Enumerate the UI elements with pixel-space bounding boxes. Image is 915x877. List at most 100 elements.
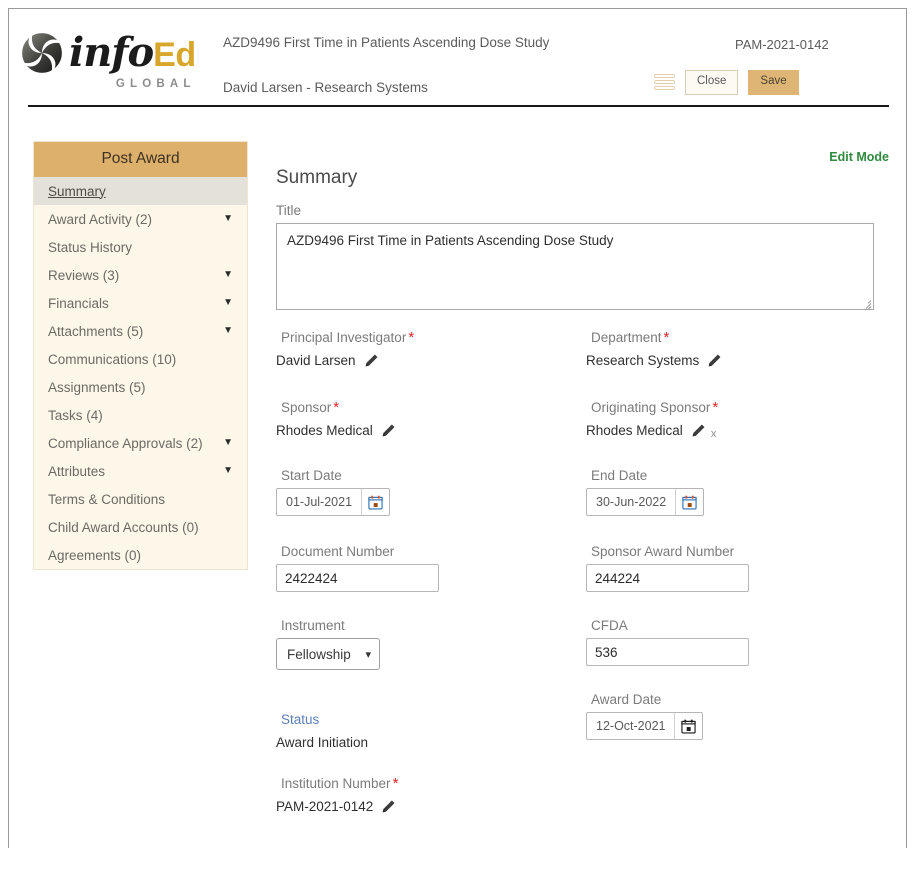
institution-number-label: Institution Number * [281,775,399,792]
hamburger-menu-icon[interactable] [654,74,675,91]
field-principal-investigator: Principal Investigator * David Larsen [271,330,581,370]
required-marker: * [333,399,340,416]
app-screenshot: infoEd GLOBAL AZD9496 First Time in Pati… [0,0,915,877]
instrument-select[interactable]: Fellowship ▾ [276,638,380,670]
award-date-label: Award Date [591,692,662,707]
principal-investigator-value: David Larsen [276,352,356,368]
award-date-input[interactable]: 12-Oct-2021 [586,712,704,740]
sidebar-item-award-activity-2[interactable]: Award Activity (2) ▼ [34,205,247,233]
calendar-icon[interactable] [674,713,702,739]
edit-pencil-icon[interactable] [381,799,396,814]
chevron-down-icon[interactable]: ▼ [223,214,233,224]
chevron-down-icon[interactable]: ▼ [223,298,233,308]
document-number-label: Document Number [281,544,395,559]
sidebar-item-attributes[interactable]: Attributes ▼ [34,457,247,485]
edit-pencil-icon[interactable] [364,353,379,368]
page-frame: infoEd GLOBAL AZD9496 First Time in Pati… [8,8,907,848]
sidebar-item-label: Agreements (0) [48,547,142,563]
sidebar-item-label: Award Activity (2) [48,211,153,227]
department-value: Research Systems [586,352,700,368]
header-divider [28,105,889,107]
row-instrument-cfda: Instrument Fellowship ▾ CFDA 536 [271,618,891,670]
document-number-input[interactable]: 2422424 [276,564,439,592]
document-number-value: 2422424 [285,570,338,586]
infoed-swirl-logo-icon [19,30,65,76]
post-award-sidebar: Post Award Summary Award Activity (2) ▼ Sta… [33,141,248,570]
sidebar-item-tasks-4[interactable]: Tasks (4) [34,401,247,429]
sponsor-award-number-input[interactable]: 244224 [586,564,749,592]
start-date-input[interactable]: 01-Jul-2021 [276,488,391,516]
sidebar-item-assignments-5[interactable]: Assignments (5) [34,373,247,401]
edit-pencil-icon[interactable] [691,423,706,438]
logo-global-text: GLOBAL [115,77,196,90]
chevron-down-icon[interactable]: ▼ [223,326,233,336]
summary-form: Edit Mode Summary Title AZD9496 First Ti… [271,141,891,816]
sidebar-heading: Post Award [34,142,247,177]
field-award-date: Award Date 12-Oct-2021 [581,692,891,752]
calendar-icon[interactable] [675,489,703,515]
edit-pencil-icon[interactable] [707,353,722,368]
status-label[interactable]: Status [281,712,581,727]
row-institution-number: Institution Number * PAM-2021-0142 [271,776,891,816]
sidebar-nav-list: Summary Award Activity (2) ▼ Status History… [34,177,247,569]
field-originating-sponsor: Originating Sponsor * Rhodes Medical x [581,400,891,440]
app-header: infoEd GLOBAL AZD9496 First Time in Pati… [9,9,906,107]
principal-investigator-label: Principal Investigator * [281,329,415,346]
start-date-label: Start Date [281,468,342,483]
close-button[interactable]: Close [685,70,739,95]
chevron-down-icon[interactable]: ▼ [223,270,233,280]
required-marker: * [663,329,670,346]
sidebar-item-child-award-accounts-0[interactable]: Child Award Accounts (0) [34,513,247,541]
sidebar-item-financials[interactable]: Financials ▼ [34,289,247,317]
page-title: Summary [276,167,358,188]
clear-originating-sponsor-icon[interactable]: x [711,428,717,440]
sidebar-item-label: Assignments (5) [48,379,146,395]
save-button[interactable]: Save [748,70,799,95]
sidebar-item-reviews-3[interactable]: Reviews (3) ▼ [34,261,247,289]
cfda-input[interactable]: 536 [586,638,749,666]
sidebar-item-label: Terms & Conditions [48,491,166,507]
resize-grip-icon [860,297,872,309]
edit-mode-link[interactable]: Edit Mode [829,150,889,164]
sidebar-item-label: Communications (10) [48,351,177,367]
sidebar-item-compliance-approvals-2[interactable]: Compliance Approvals (2) ▼ [34,429,247,457]
field-start-date: Start Date 01-Jul-2021 [271,468,581,516]
title-label: Title [276,203,302,218]
sidebar-item-terms-conditions[interactable]: Terms & Conditions [34,485,247,513]
department-label: Department * [591,329,670,346]
principal-investigator-value-row: David Larsen [276,350,581,370]
title-textarea[interactable]: AZD9496 First Time in Patients Ascending… [276,223,874,310]
instrument-label: Instrument [281,618,345,633]
sidebar-item-communications-10[interactable]: Communications (10) [34,345,247,373]
logo-info-text: info [69,29,154,76]
field-sponsor-award-number: Sponsor Award Number 244224 [581,544,891,592]
department-value-row: Research Systems [586,350,891,370]
sidebar-item-summary[interactable]: Summary [34,177,247,205]
status-value: Award Initiation [276,734,369,750]
originating-sponsor-value: Rhodes Medical [586,422,683,438]
sidebar-item-agreements-0[interactable]: Agreements (0) [34,541,247,569]
sponsor-value-row: Rhodes Medical [276,420,581,440]
sidebar-item-label: Tasks (4) [48,407,103,423]
hamburger-bar [654,80,675,85]
chevron-down-icon[interactable]: ▼ [223,438,233,448]
logo-ed-text: Ed [153,36,196,74]
row-sponsor-originating: Sponsor * Rhodes Medical Originating Spon… [271,400,891,440]
edit-pencil-icon[interactable] [381,423,396,438]
sidebar-item-status-history[interactable]: Status History [34,233,247,261]
header-user-department: David Larsen - Research Systems [223,80,428,95]
chevron-down-icon: ▾ [365,648,371,661]
originating-sponsor-label: Originating Sponsor * [591,399,719,416]
field-instrument: Instrument Fellowship ▾ [271,618,581,670]
calendar-icon[interactable] [361,489,389,515]
field-end-date: End Date 30-Jun-2022 [581,468,891,516]
sidebar-item-label: Attachments (5) [48,323,144,339]
required-marker: * [712,399,719,416]
institution-number-value-row: PAM-2021-0142 [276,796,581,816]
chevron-down-icon[interactable]: ▼ [223,466,233,476]
end-date-input[interactable]: 30-Jun-2022 [586,488,705,516]
sidebar-item-attachments-5[interactable]: Attachments (5) ▼ [34,317,247,345]
end-date-value: 30-Jun-2022 [596,495,667,509]
title-textarea-value: AZD9496 First Time in Patients Ascending… [287,233,614,248]
row-start-end-date: Start Date 01-Jul-2021 End Date 30-Jun-2… [271,468,891,516]
